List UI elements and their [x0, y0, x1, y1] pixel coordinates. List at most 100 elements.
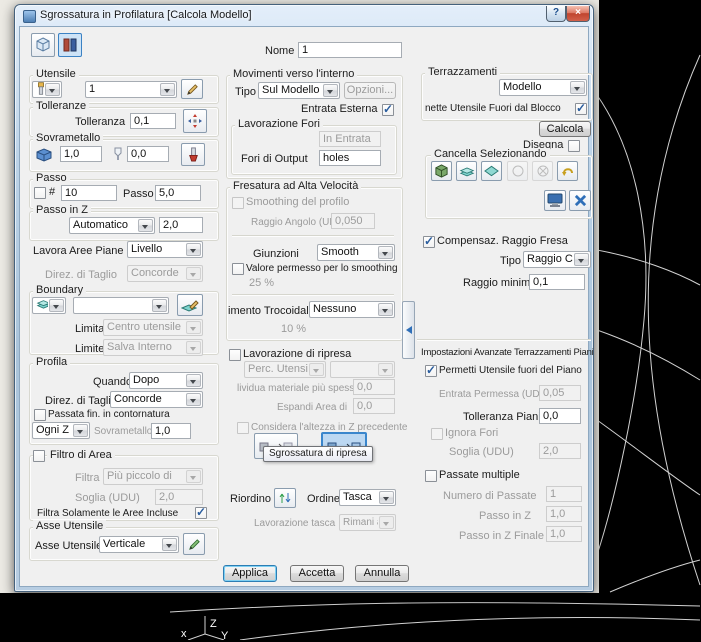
passate-multiple-label: Passate multiple [439, 469, 520, 481]
nome-input[interactable] [298, 42, 402, 58]
wall-offset-icon [32, 144, 56, 165]
raggio-minimo-input[interactable] [529, 274, 585, 290]
soglia-input [155, 489, 203, 505]
ordine-value: Tasca [343, 491, 372, 503]
profila-sovr-input[interactable] [151, 423, 191, 439]
trocoidale-value: Nessuno [313, 303, 357, 315]
tool-mode-button[interactable] [58, 33, 82, 57]
smoothing-label: Smoothing del profilo [246, 196, 350, 208]
tolleranza-piani-input[interactable] [539, 408, 581, 424]
limite-label: Limite [75, 343, 105, 355]
ogni-z-value: Ogni Z [36, 424, 70, 436]
nome-label: Nome [265, 45, 295, 57]
passo-value-input[interactable] [155, 185, 201, 201]
boundary-select[interactable] [73, 297, 169, 314]
passo-z-mode-select[interactable]: Automatico [69, 217, 155, 234]
entrata-esterna-label: Entrata Esterna [301, 103, 378, 115]
ignora-soglia-input [539, 443, 581, 459]
ordine-label: Ordine [307, 493, 341, 505]
clear-surface-button[interactable] [481, 161, 502, 181]
clear-sheets-button[interactable] [456, 161, 477, 181]
in-entrata-input [319, 131, 381, 147]
geometry-mode-button[interactable] [31, 33, 55, 57]
delete-selection-button[interactable] [569, 190, 591, 211]
edit-axis-button[interactable] [183, 533, 205, 555]
tipo-value: Sul Modello [262, 84, 320, 96]
numero-passate-input [546, 486, 582, 502]
tool-number-select[interactable]: 1 [85, 81, 177, 98]
separator [232, 294, 394, 296]
disegna-checkbox[interactable] [568, 140, 580, 152]
undo-button[interactable] [557, 161, 578, 181]
ordine-select[interactable]: Tasca [339, 489, 396, 506]
axis-x-label: x [181, 628, 187, 640]
sovrametallo-floor-input[interactable] [127, 146, 169, 162]
permetti-checkbox[interactable] [425, 363, 437, 377]
cube-icon [36, 37, 50, 52]
sovrametallo-wall-input[interactable] [60, 146, 102, 162]
filtra-incluse-checkbox[interactable] [195, 505, 207, 519]
numero-passate-label: Numero di Passate [443, 490, 537, 502]
profila-direz-select[interactable]: Concorde [110, 391, 203, 408]
title-bar[interactable]: Sgrossatura in Profilatura [Calcola Mode… [15, 5, 593, 26]
trocoidale-percent-label: 10 % [281, 323, 307, 335]
screen-select-button[interactable] [544, 190, 566, 211]
tipo-label: Tipo [235, 86, 256, 98]
sort-button[interactable] [274, 488, 296, 508]
pencil-icon [186, 83, 198, 95]
passo-z-input[interactable] [159, 217, 203, 233]
calcola-button[interactable]: Calcola [539, 121, 591, 137]
ogni-z-select[interactable]: Ogni Z [32, 422, 90, 439]
limita-label: Limita [75, 323, 105, 335]
espandi-input [353, 398, 395, 414]
annulla-button[interactable]: Annulla [355, 565, 409, 582]
boundary-value [74, 298, 151, 313]
passata-fin-checkbox[interactable] [34, 409, 46, 421]
boundary-icon-select[interactable] [32, 297, 66, 314]
ripresa-checkbox[interactable] [229, 349, 241, 361]
applica-button[interactable]: Applica [223, 565, 277, 582]
tipo-select[interactable]: Sul Modello [258, 82, 340, 99]
trocoidale-select[interactable]: Nessuno [309, 301, 395, 318]
close-button[interactable]: × [566, 6, 590, 22]
terrazzamenti-select[interactable]: Modello [499, 79, 587, 96]
aree-piane-select[interactable]: Livello [127, 241, 203, 258]
giunzioni-select[interactable]: Smooth [317, 244, 395, 261]
blue-x-icon [574, 194, 586, 207]
limita-select: Centro utensile [103, 319, 203, 336]
offset-options-button[interactable] [181, 143, 205, 166]
utensile-group-title: Utensile [33, 68, 79, 80]
passate-multiple-checkbox[interactable] [425, 470, 437, 482]
passo-hash-checkbox[interactable] [34, 187, 46, 199]
chevron-down-icon [186, 321, 201, 334]
fuori-blocco-checkbox[interactable] [575, 101, 587, 115]
tolleranza-input[interactable] [130, 113, 176, 129]
filtro-area-checkbox[interactable] [33, 450, 45, 462]
clear-stock-button[interactable] [431, 161, 452, 181]
passo-z-multi-input [546, 506, 582, 522]
comp-tipo-select[interactable]: Raggio Com [523, 251, 591, 268]
asse-utensile-group-title: Asse Utensile [33, 520, 107, 532]
entrata-esterna-checkbox[interactable] [382, 102, 394, 116]
compensaz-label: Compensaz. Raggio Fresa [437, 235, 568, 247]
valore-permesso-checkbox[interactable] [232, 263, 244, 275]
fori-output-input[interactable] [319, 150, 381, 166]
help-button[interactable]: ? [546, 6, 566, 22]
edit-boundary-button[interactable] [177, 294, 203, 316]
accetta-button[interactable]: Accetta [290, 565, 344, 582]
edit-tool-button[interactable] [181, 79, 203, 99]
cancella-group-title: Cancella Selezionando [431, 148, 550, 160]
profila-direz-value: Concorde [114, 393, 162, 405]
compensaz-checkbox[interactable] [423, 234, 435, 248]
passo-hash-label: # [49, 186, 56, 198]
materiale-label: lividua materiale più spesso di [237, 383, 371, 394]
limita-value: Centro utensile [107, 321, 181, 333]
passo-count-input[interactable] [61, 185, 117, 201]
tolerance-options-button[interactable] [183, 109, 207, 133]
quando-select[interactable]: Dopo [129, 372, 203, 389]
clear-circle-x-button [532, 161, 553, 181]
profila-direz-label: Direz. di Taglio [45, 395, 117, 407]
asse-utensile-select[interactable]: Verticale [99, 536, 179, 553]
tool-icon-select[interactable] [32, 81, 62, 98]
collapse-panel-tab[interactable] [402, 301, 415, 359]
